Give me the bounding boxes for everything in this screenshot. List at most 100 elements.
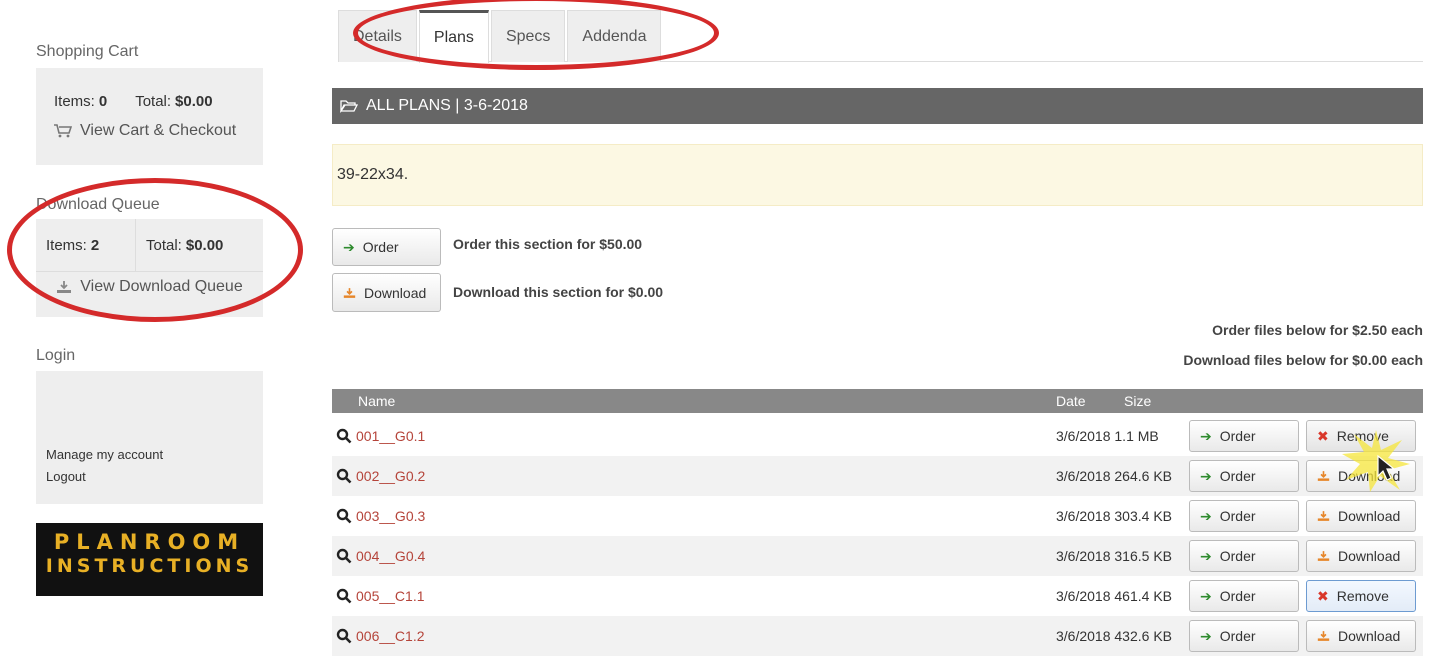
order-section-text: Order this section for $50.00 [453, 236, 643, 252]
col-size: Size [1124, 393, 1152, 409]
file-size: 1.1 MB [1114, 428, 1159, 444]
download-each-price: Download files below for $0.00 each [1183, 352, 1423, 368]
order-file-label: Order [1219, 548, 1256, 564]
order-file-button[interactable]: ➔ Order [1189, 420, 1299, 452]
file-name-link[interactable]: 002__G0.2 [356, 468, 425, 484]
download-section-text: Download this section for $0.00 [453, 284, 664, 300]
order-file-button[interactable]: ➔ Order [1189, 460, 1299, 492]
order-section-label: Order [362, 239, 399, 255]
search-icon[interactable] [336, 548, 352, 564]
folder-open-icon [340, 100, 358, 113]
order-file-button[interactable]: ➔ Order [1189, 540, 1299, 572]
shopping-cart-panel: Items: 0 Total: $0.00 View Cart & Checko… [36, 68, 263, 165]
arrow-right-icon: ➔ [1200, 547, 1212, 564]
search-icon[interactable] [336, 428, 352, 444]
file-date: 3/6/2018 [1056, 508, 1111, 524]
order-file-button[interactable]: ➔ Order [1189, 580, 1299, 612]
download-icon [1317, 511, 1330, 521]
arrow-right-icon: ➔ [1200, 427, 1212, 444]
file-meta: 3/6/2018 461.4 KB [1056, 588, 1172, 604]
view-cart-label: View Cart & Checkout [80, 122, 237, 139]
shopping-cart-heading: Shopping Cart [36, 43, 139, 60]
file-table-body: 001__G0.1 3/6/2018 1.1 MB ➔ Order ✖ Remove 002… [332, 416, 1423, 656]
section-title: ALL PLANS | 3-6-2018 [366, 97, 528, 114]
tab-addenda[interactable]: Addenda [567, 10, 662, 62]
order-file-label: Order [1219, 508, 1256, 524]
queue-items-label: Items: [46, 236, 87, 254]
download-file-label: Download [1338, 548, 1401, 564]
download-file-button[interactable]: Download [1306, 500, 1416, 532]
remove-file-label: Remove [1336, 588, 1389, 604]
order-each-price: Order files below for $2.50 each [1212, 322, 1423, 338]
download-file-button[interactable]: Download [1306, 620, 1416, 652]
download-queue-heading: Download Queue [36, 196, 160, 213]
search-icon[interactable] [336, 588, 352, 604]
logo-line-1: PLANROOM [53, 530, 246, 554]
file-name-link[interactable]: 005__C1.1 [356, 588, 425, 604]
file-table-header: Name Date Size [332, 389, 1423, 413]
order-file-label: Order [1219, 468, 1256, 484]
download-section-button[interactable]: Download [332, 273, 441, 312]
file-size: 264.6 KB [1114, 468, 1172, 484]
queue-items-count: 2 [90, 236, 100, 254]
order-section-button[interactable]: ➔ Order [332, 228, 441, 266]
mouse-cursor-icon [1342, 430, 1410, 492]
col-name: Name [358, 393, 396, 409]
arrow-right-icon: ➔ [343, 238, 355, 255]
arrow-right-icon: ➔ [1200, 627, 1212, 644]
table-row: 003__G0.3 3/6/2018 303.4 KB ➔ Order Download [332, 496, 1423, 536]
file-name-link[interactable]: 006__C1.2 [356, 628, 425, 644]
order-file-button[interactable]: ➔ Order [1189, 620, 1299, 652]
tab-specs[interactable]: Specs [490, 10, 566, 62]
logout-link[interactable]: Logout [46, 469, 86, 484]
tab-details[interactable]: Details [338, 10, 417, 62]
search-icon[interactable] [336, 508, 352, 524]
planroom-instructions-logo[interactable]: PLANROOM INSTRUCTIONS [36, 523, 263, 596]
manage-account-link[interactable]: Manage my account [46, 447, 163, 462]
file-meta: 3/6/2018 303.4 KB [1056, 508, 1172, 524]
file-name-link[interactable]: 001__G0.1 [356, 428, 425, 444]
file-date: 3/6/2018 [1056, 468, 1111, 484]
download-icon [1317, 551, 1330, 561]
file-date: 3/6/2018 [1056, 588, 1111, 604]
section-header: ALL PLANS | 3-6-2018 [332, 88, 1423, 124]
view-download-queue-link[interactable]: View Download Queue [36, 272, 263, 302]
view-download-queue-label: View Download Queue [80, 278, 243, 295]
file-date: 3/6/2018 [1056, 628, 1111, 644]
remove-file-button[interactable]: ✖ Remove [1306, 580, 1416, 612]
download-icon [1317, 471, 1330, 481]
file-name-link[interactable]: 003__G0.3 [356, 508, 425, 524]
download-file-label: Download [1338, 508, 1401, 524]
tab-plans[interactable]: Plans [418, 10, 489, 63]
file-meta: 3/6/2018 432.6 KB [1056, 628, 1172, 644]
download-icon [1317, 631, 1330, 641]
cart-icon [54, 124, 72, 138]
order-file-label: Order [1219, 428, 1256, 444]
login-panel: Manage my account Logout [36, 371, 263, 504]
close-icon: ✖ [1317, 427, 1329, 444]
order-file-button[interactable]: ➔ Order [1189, 500, 1299, 532]
tab-bar: Details Plans Specs Addenda [338, 10, 1423, 63]
arrow-right-icon: ➔ [1200, 587, 1212, 604]
arrow-right-icon: ➔ [1200, 467, 1212, 484]
view-cart-link[interactable]: View Cart & Checkout [54, 122, 253, 140]
download-section-label: Download [364, 284, 427, 301]
order-file-label: Order [1219, 588, 1256, 604]
search-icon[interactable] [336, 468, 352, 484]
queue-total-label: Total: [146, 236, 182, 254]
table-row: 001__G0.1 3/6/2018 1.1 MB ➔ Order ✖ Remove [332, 416, 1423, 456]
arrow-right-icon: ➔ [1200, 507, 1212, 524]
download-file-label: Download [1338, 628, 1401, 644]
table-row: 006__C1.2 3/6/2018 432.6 KB ➔ Order Download [332, 616, 1423, 656]
search-icon[interactable] [336, 628, 352, 644]
file-date: 3/6/2018 [1056, 428, 1111, 444]
file-meta: 3/6/2018 316.5 KB [1056, 548, 1172, 564]
cart-total-label: Total: [135, 92, 172, 110]
cart-items-count: 0 [98, 92, 108, 110]
login-heading: Login [36, 347, 76, 364]
download-file-button[interactable]: Download [1306, 540, 1416, 572]
queue-total-value: $0.00 [185, 236, 224, 254]
download-icon [343, 287, 356, 298]
cart-total-value: $0.00 [175, 92, 213, 110]
file-name-link[interactable]: 004__G0.4 [356, 548, 425, 564]
